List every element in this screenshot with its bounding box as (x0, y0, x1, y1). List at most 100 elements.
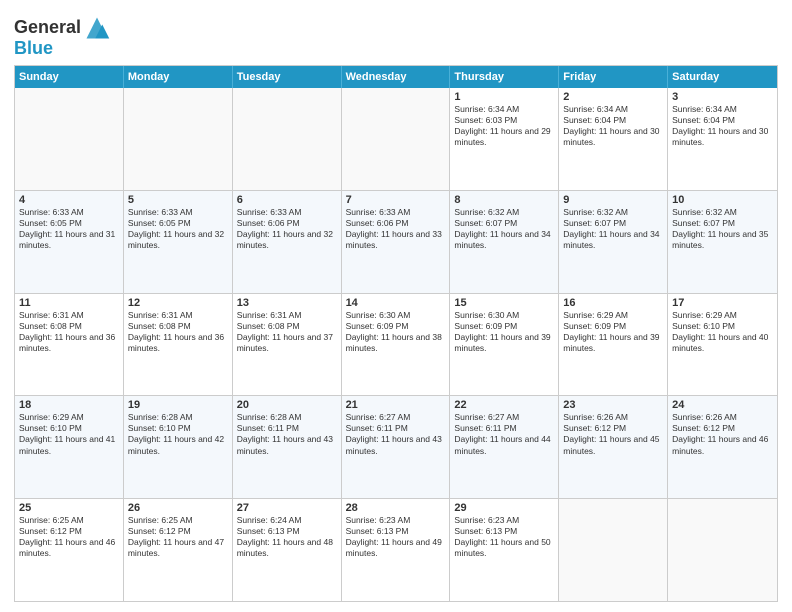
day-number: 7 (346, 194, 446, 206)
day-number: 13 (237, 297, 337, 309)
weekday-header-monday: Monday (124, 66, 233, 88)
day-info: Sunrise: 6:32 AM Sunset: 6:07 PM Dayligh… (672, 207, 773, 251)
day-info: Sunrise: 6:31 AM Sunset: 6:08 PM Dayligh… (237, 310, 337, 354)
calendar-day-20: 20Sunrise: 6:28 AM Sunset: 6:11 PM Dayli… (233, 396, 342, 498)
day-number: 27 (237, 502, 337, 514)
day-number: 29 (454, 502, 554, 514)
calendar-day-13: 13Sunrise: 6:31 AM Sunset: 6:08 PM Dayli… (233, 294, 342, 396)
logo-icon (83, 14, 111, 42)
weekday-header-tuesday: Tuesday (233, 66, 342, 88)
calendar-day-5: 5Sunrise: 6:33 AM Sunset: 6:05 PM Daylig… (124, 191, 233, 293)
calendar-day-29: 29Sunrise: 6:23 AM Sunset: 6:13 PM Dayli… (450, 499, 559, 601)
calendar-day-2: 2Sunrise: 6:34 AM Sunset: 6:04 PM Daylig… (559, 88, 668, 190)
day-info: Sunrise: 6:27 AM Sunset: 6:11 PM Dayligh… (454, 412, 554, 456)
weekday-header-saturday: Saturday (668, 66, 777, 88)
calendar-week-1: 1Sunrise: 6:34 AM Sunset: 6:03 PM Daylig… (15, 88, 777, 191)
day-info: Sunrise: 6:34 AM Sunset: 6:03 PM Dayligh… (454, 104, 554, 148)
day-number: 17 (672, 297, 773, 309)
day-info: Sunrise: 6:23 AM Sunset: 6:13 PM Dayligh… (346, 515, 446, 559)
day-info: Sunrise: 6:28 AM Sunset: 6:11 PM Dayligh… (237, 412, 337, 456)
calendar-day-16: 16Sunrise: 6:29 AM Sunset: 6:09 PM Dayli… (559, 294, 668, 396)
calendar-week-4: 18Sunrise: 6:29 AM Sunset: 6:10 PM Dayli… (15, 396, 777, 499)
calendar-day-10: 10Sunrise: 6:32 AM Sunset: 6:07 PM Dayli… (668, 191, 777, 293)
calendar-day-19: 19Sunrise: 6:28 AM Sunset: 6:10 PM Dayli… (124, 396, 233, 498)
calendar-day-3: 3Sunrise: 6:34 AM Sunset: 6:04 PM Daylig… (668, 88, 777, 190)
day-info: Sunrise: 6:29 AM Sunset: 6:10 PM Dayligh… (672, 310, 773, 354)
day-number: 26 (128, 502, 228, 514)
calendar-day-28: 28Sunrise: 6:23 AM Sunset: 6:13 PM Dayli… (342, 499, 451, 601)
day-number: 1 (454, 91, 554, 103)
day-info: Sunrise: 6:31 AM Sunset: 6:08 PM Dayligh… (19, 310, 119, 354)
day-number: 9 (563, 194, 663, 206)
calendar-week-2: 4 Sunrise: 6:33 AM Sunset: 6:05 PM Daylig… (15, 191, 777, 294)
day-number: 6 (237, 194, 337, 206)
day-number: 16 (563, 297, 663, 309)
calendar-header: SundayMondayTuesdayWednesdayThursdayFrid… (15, 66, 777, 88)
calendar-day-11: 11Sunrise: 6:31 AM Sunset: 6:08 PM Dayli… (15, 294, 124, 396)
day-number: 10 (672, 194, 773, 206)
day-number: 18 (19, 399, 119, 411)
weekday-header-thursday: Thursday (450, 66, 559, 88)
day-info: Sunrise: 6:32 AM Sunset: 6:07 PM Dayligh… (563, 207, 663, 251)
calendar: SundayMondayTuesdayWednesdayThursdayFrid… (14, 65, 778, 602)
calendar-day-empty (233, 88, 342, 190)
calendar-day-18: 18Sunrise: 6:29 AM Sunset: 6:10 PM Dayli… (15, 396, 124, 498)
day-number: 21 (346, 399, 446, 411)
day-number: 23 (563, 399, 663, 411)
calendar-day-15: 15Sunrise: 6:30 AM Sunset: 6:09 PM Dayli… (450, 294, 559, 396)
calendar-day-9: 9Sunrise: 6:32 AM Sunset: 6:07 PM Daylig… (559, 191, 668, 293)
calendar-week-3: 11Sunrise: 6:31 AM Sunset: 6:08 PM Dayli… (15, 294, 777, 397)
day-number: 25 (19, 502, 119, 514)
day-number: 3 (672, 91, 773, 103)
day-info: Sunrise: 6:30 AM Sunset: 6:09 PM Dayligh… (454, 310, 554, 354)
day-number: 22 (454, 399, 554, 411)
day-number: 24 (672, 399, 773, 411)
day-number: 2 (563, 91, 663, 103)
day-info: Sunrise: 6:29 AM Sunset: 6:09 PM Dayligh… (563, 310, 663, 354)
day-info: Sunrise: 6:33 AM Sunset: 6:06 PM Dayligh… (237, 207, 337, 251)
calendar-day-25: 25Sunrise: 6:25 AM Sunset: 6:12 PM Dayli… (15, 499, 124, 601)
weekday-header-wednesday: Wednesday (342, 66, 451, 88)
weekday-header-sunday: Sunday (15, 66, 124, 88)
calendar-day-empty (342, 88, 451, 190)
calendar-day-23: 23Sunrise: 6:26 AM Sunset: 6:12 PM Dayli… (559, 396, 668, 498)
day-number: 19 (128, 399, 228, 411)
calendar-day-27: 27Sunrise: 6:24 AM Sunset: 6:13 PM Dayli… (233, 499, 342, 601)
day-number: 15 (454, 297, 554, 309)
calendar-day-6: 6Sunrise: 6:33 AM Sunset: 6:06 PM Daylig… (233, 191, 342, 293)
calendar-day-empty (15, 88, 124, 190)
calendar-day-22: 22Sunrise: 6:27 AM Sunset: 6:11 PM Dayli… (450, 396, 559, 498)
day-number: 4 (19, 194, 119, 206)
day-number: 12 (128, 297, 228, 309)
calendar-day-14: 14Sunrise: 6:30 AM Sunset: 6:09 PM Dayli… (342, 294, 451, 396)
day-info: Sunrise: 6:33 AM Sunset: 6:05 PM Dayligh… (128, 207, 228, 251)
calendar-day-17: 17Sunrise: 6:29 AM Sunset: 6:10 PM Dayli… (668, 294, 777, 396)
day-info: Sunrise: 6:31 AM Sunset: 6:08 PM Dayligh… (128, 310, 228, 354)
day-info: Sunrise: 6:27 AM Sunset: 6:11 PM Dayligh… (346, 412, 446, 456)
calendar-week-5: 25Sunrise: 6:25 AM Sunset: 6:12 PM Dayli… (15, 499, 777, 601)
calendar-day-12: 12Sunrise: 6:31 AM Sunset: 6:08 PM Dayli… (124, 294, 233, 396)
logo-text: General (14, 18, 81, 38)
logo: General Blue (14, 14, 111, 59)
day-number: 11 (19, 297, 119, 309)
calendar-day-empty (668, 499, 777, 601)
calendar-day-1: 1Sunrise: 6:34 AM Sunset: 6:03 PM Daylig… (450, 88, 559, 190)
day-info: Sunrise: 6:34 AM Sunset: 6:04 PM Dayligh… (563, 104, 663, 148)
day-number: 14 (346, 297, 446, 309)
calendar-day-26: 26Sunrise: 6:25 AM Sunset: 6:12 PM Dayli… (124, 499, 233, 601)
day-number: 20 (237, 399, 337, 411)
day-info: Sunrise: 6:34 AM Sunset: 6:04 PM Dayligh… (672, 104, 773, 148)
day-info: Sunrise: 6:25 AM Sunset: 6:12 PM Dayligh… (19, 515, 119, 559)
calendar-day-24: 24Sunrise: 6:26 AM Sunset: 6:12 PM Dayli… (668, 396, 777, 498)
calendar-day-empty (124, 88, 233, 190)
day-info: Sunrise: 6:30 AM Sunset: 6:09 PM Dayligh… (346, 310, 446, 354)
calendar-day-4: 4Sunrise: 6:33 AM Sunset: 6:05 PM Daylig… (15, 191, 124, 293)
page-header: General Blue (14, 10, 778, 59)
weekday-header-friday: Friday (559, 66, 668, 88)
day-info: Sunrise: 6:25 AM Sunset: 6:12 PM Dayligh… (128, 515, 228, 559)
day-info: Sunrise: 6:29 AM Sunset: 6:10 PM Dayligh… (19, 412, 119, 456)
calendar-day-21: 21Sunrise: 6:27 AM Sunset: 6:11 PM Dayli… (342, 396, 451, 498)
day-number: 28 (346, 502, 446, 514)
day-info: Sunrise: 6:26 AM Sunset: 6:12 PM Dayligh… (563, 412, 663, 456)
day-number: 8 (454, 194, 554, 206)
